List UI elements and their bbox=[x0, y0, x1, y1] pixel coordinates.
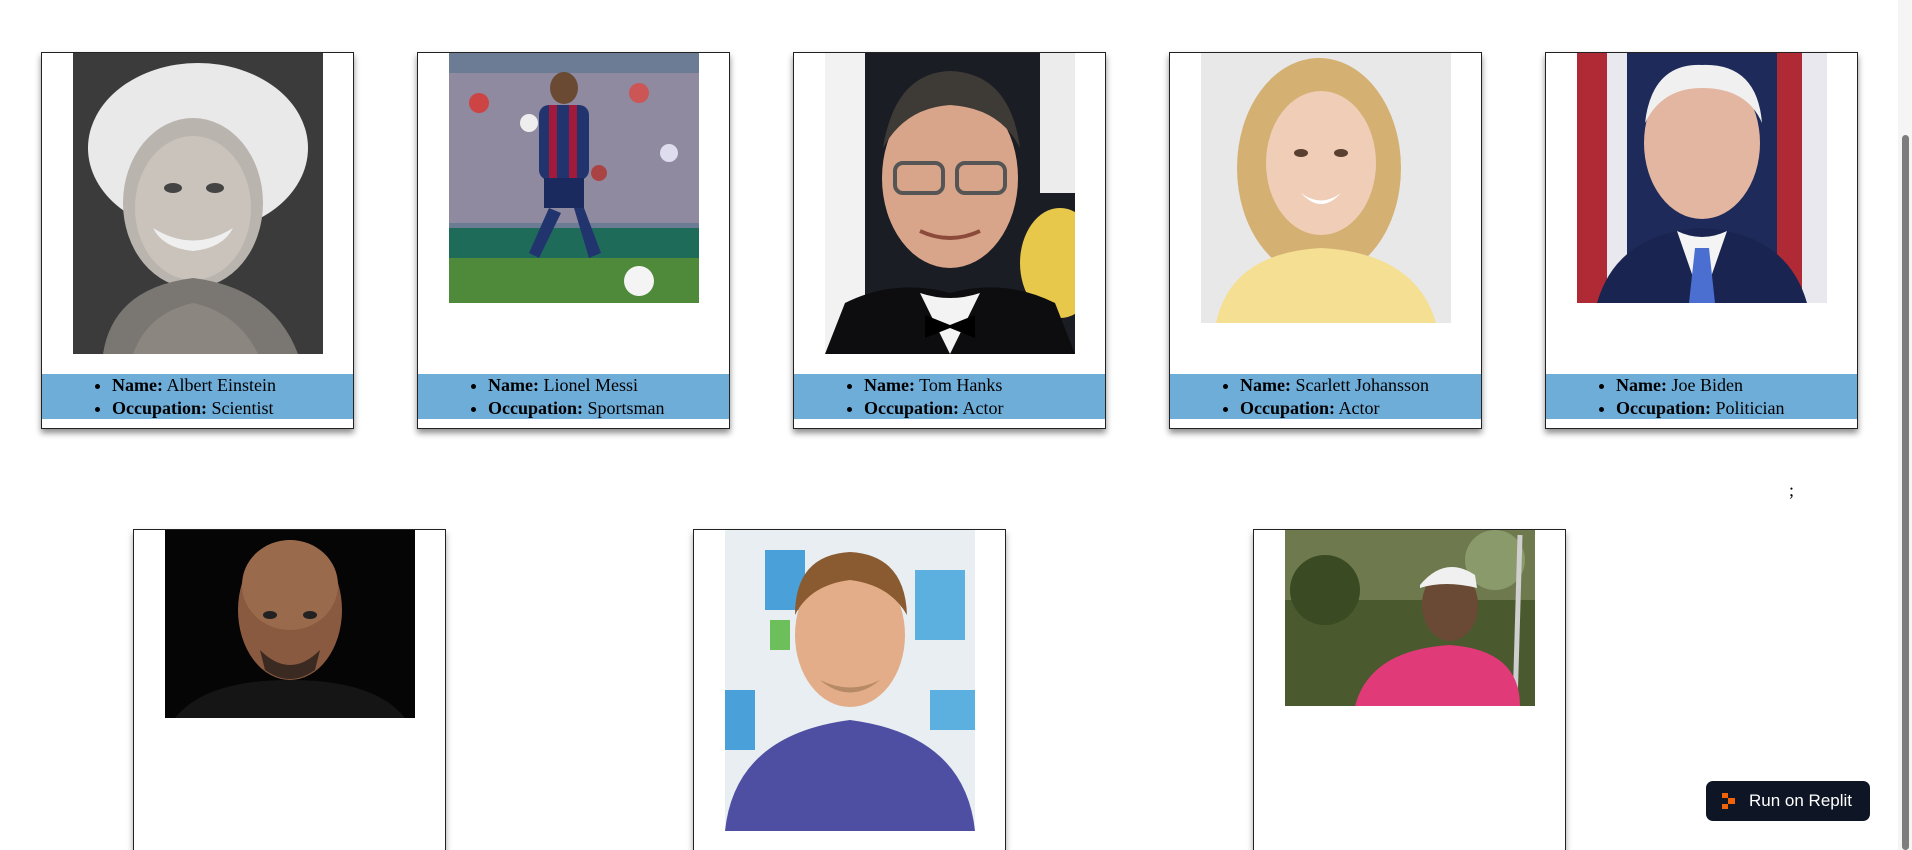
person-occupation-item: Occupation: Politician bbox=[1616, 397, 1857, 420]
person-occupation-item: Occupation: Sportsman bbox=[488, 397, 729, 420]
person-occupation-item: Occupation: Actor bbox=[864, 397, 1105, 420]
person-name: Joe Biden bbox=[1671, 375, 1743, 395]
person-card: Name: Joe Biden Occupation: Politician bbox=[1545, 52, 1858, 429]
person-card bbox=[133, 529, 446, 850]
person-info: Name: Scarlett Johansson Occupation: Act… bbox=[1170, 374, 1481, 419]
person-card: Name: Albert Einstein Occupation: Scient… bbox=[41, 52, 354, 429]
person-name: Tom Hanks bbox=[919, 375, 1003, 395]
person-occupation: Actor bbox=[962, 398, 1004, 418]
replit-logo-icon bbox=[1722, 793, 1735, 809]
person-photo bbox=[725, 530, 975, 831]
occupation-label: Occupation: bbox=[864, 398, 960, 418]
person-occupation: Actor bbox=[1338, 398, 1380, 418]
person-name-item: Name: Scarlett Johansson bbox=[1240, 374, 1481, 397]
person-name: Lionel Messi bbox=[543, 375, 638, 395]
person-info: Name: Tom Hanks Occupation: Actor bbox=[794, 374, 1105, 419]
person-card bbox=[693, 529, 1006, 850]
person-name-item: Name: Tom Hanks bbox=[864, 374, 1105, 397]
person-info: Name: Lionel Messi Occupation: Sportsman bbox=[418, 374, 729, 419]
name-label: Name: bbox=[864, 375, 915, 395]
name-label: Name: bbox=[1240, 375, 1291, 395]
person-name-item: Name: Joe Biden bbox=[1616, 374, 1857, 397]
person-info: Name: Albert Einstein Occupation: Scient… bbox=[42, 374, 353, 419]
run-on-replit-label: Run on Replit bbox=[1749, 791, 1853, 810]
person-photo bbox=[825, 53, 1075, 354]
person-photo bbox=[165, 530, 415, 718]
occupation-label: Occupation: bbox=[488, 398, 584, 418]
person-card: Name: Scarlett Johansson Occupation: Act… bbox=[1169, 52, 1482, 429]
page-scrollbar[interactable] bbox=[1898, 0, 1912, 850]
person-card bbox=[1253, 529, 1566, 850]
person-occupation: Sportsman bbox=[587, 398, 665, 418]
occupation-label: Occupation: bbox=[112, 398, 208, 418]
page: Name: Albert Einstein Occupation: Scient… bbox=[0, 0, 1912, 850]
person-occupation: Politician bbox=[1715, 398, 1785, 418]
person-card: Name: Lionel Messi Occupation: Sportsman bbox=[417, 52, 730, 429]
person-occupation-item: Occupation: Actor bbox=[1240, 397, 1481, 420]
person-name-item: Name: Lionel Messi bbox=[488, 374, 729, 397]
person-card: Name: Tom Hanks Occupation: Actor bbox=[793, 52, 1106, 429]
person-photo bbox=[449, 53, 699, 303]
scrollbar-thumb[interactable] bbox=[1902, 135, 1909, 850]
person-info: Name: Joe Biden Occupation: Politician bbox=[1546, 374, 1857, 419]
name-label: Name: bbox=[112, 375, 163, 395]
person-photo bbox=[1285, 530, 1535, 706]
person-photo bbox=[1201, 53, 1451, 323]
occupation-label: Occupation: bbox=[1616, 398, 1712, 418]
name-label: Name: bbox=[488, 375, 539, 395]
person-occupation-item: Occupation: Scientist bbox=[112, 397, 353, 420]
person-name: Albert Einstein bbox=[166, 375, 276, 395]
person-name-item: Name: Albert Einstein bbox=[112, 374, 353, 397]
run-on-replit-button[interactable]: Run on Replit bbox=[1706, 781, 1870, 821]
person-name: Scarlett Johansson bbox=[1295, 375, 1429, 395]
person-occupation: Scientist bbox=[211, 398, 274, 418]
occupation-label: Occupation: bbox=[1240, 398, 1336, 418]
person-photo bbox=[73, 53, 323, 354]
name-label: Name: bbox=[1616, 375, 1667, 395]
person-photo bbox=[1577, 53, 1827, 303]
stray-semicolon: ; bbox=[1789, 480, 1795, 500]
